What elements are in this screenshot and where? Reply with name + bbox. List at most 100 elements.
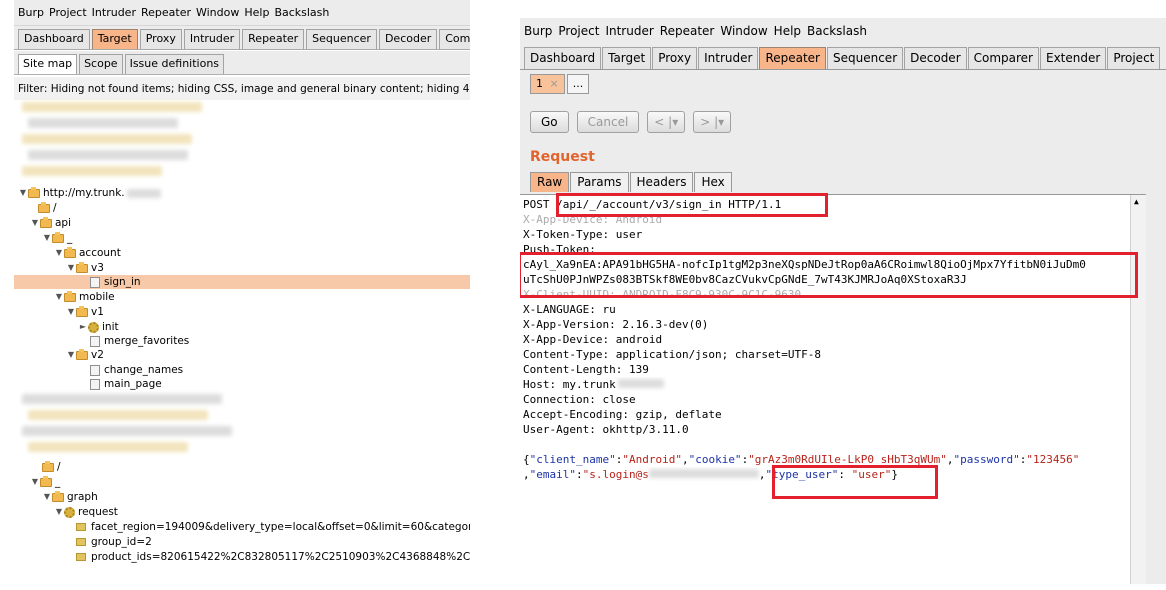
- tree-node-host[interactable]: ▼ http://my.trunk.: [18, 186, 161, 200]
- tab-decoder[interactable]: Decoder: [378, 29, 438, 49]
- menu-repeater[interactable]: Repeater: [141, 6, 191, 19]
- collapse-arrow-icon[interactable]: ►: [78, 320, 88, 334]
- tree-node-v1[interactable]: ▼ v1: [66, 305, 104, 319]
- redacted-entry: [22, 394, 222, 404]
- tree-node-v2[interactable]: ▼ v2: [66, 348, 104, 362]
- tab-target[interactable]: Target: [602, 47, 652, 69]
- tree-label: /: [57, 461, 61, 473]
- tree-node-mobile[interactable]: ▼ mobile: [54, 290, 115, 304]
- subtab-scope[interactable]: Scope: [79, 54, 123, 74]
- expand-arrow-icon[interactable]: ▼: [66, 261, 76, 275]
- menu-window[interactable]: Window: [720, 24, 767, 38]
- json-value: "Android": [622, 453, 682, 466]
- expand-arrow-icon[interactable]: ▼: [30, 216, 40, 230]
- tab-project[interactable]: Project: [1107, 47, 1161, 69]
- tree-node-request[interactable]: ▼ request: [54, 505, 118, 519]
- file-icon: [90, 378, 100, 390]
- menu-repeater[interactable]: Repeater: [660, 24, 715, 38]
- tab-repeater[interactable]: Repeater: [242, 29, 305, 49]
- view-tab-params[interactable]: Params: [570, 172, 629, 192]
- highlight-box-push-token: [520, 252, 1138, 298]
- tree-node-underscore-2[interactable]: ▼ _: [30, 475, 60, 489]
- tree-node-root[interactable]: /: [38, 201, 57, 215]
- tree-node-v3[interactable]: ▼ v3: [66, 261, 104, 275]
- menu-intruder[interactable]: Intruder: [605, 24, 653, 38]
- tree-node-merge-favorites[interactable]: merge_favorites: [90, 334, 189, 348]
- tab-sequencer[interactable]: Sequencer: [827, 47, 904, 69]
- menu-backslash[interactable]: Backslash: [274, 6, 329, 19]
- back-button[interactable]: < |▾: [647, 111, 686, 133]
- tab-proxy[interactable]: Proxy: [139, 29, 182, 49]
- tree-node-param[interactable]: group_id=2: [76, 535, 152, 549]
- menu-help[interactable]: Help: [774, 24, 801, 38]
- expand-arrow-icon[interactable]: ▼: [54, 290, 64, 304]
- tree-label: init: [102, 321, 119, 333]
- tree-node-api[interactable]: ▼ api: [30, 216, 71, 230]
- close-icon[interactable]: ×: [550, 77, 559, 90]
- expand-arrow-icon[interactable]: ▼: [66, 348, 76, 362]
- tree-node-sign-in[interactable]: sign_in: [14, 275, 470, 289]
- left-main-tabs: Dashboard Target Proxy Intruder Repeater…: [14, 26, 470, 50]
- redacted-entry: [22, 426, 232, 436]
- tree-node-underscore[interactable]: ▼ _: [42, 231, 72, 245]
- file-icon: [90, 335, 100, 347]
- tab-sequencer[interactable]: Sequencer: [306, 29, 377, 49]
- tab-target[interactable]: Target: [91, 29, 138, 49]
- tab-intruder[interactable]: Intruder: [698, 47, 759, 69]
- folder-icon: [64, 246, 76, 258]
- tab-extender[interactable]: Extender: [1040, 47, 1107, 69]
- expand-arrow-icon[interactable]: ▼: [54, 246, 64, 260]
- view-tab-raw[interactable]: Raw: [530, 172, 570, 192]
- tab-proxy[interactable]: Proxy: [652, 47, 698, 69]
- tree-node-param[interactable]: facet_region=194009&delivery_type=local&…: [76, 520, 470, 534]
- tree-label: mobile: [79, 291, 115, 303]
- view-tab-hex[interactable]: Hex: [694, 172, 732, 192]
- menu-help[interactable]: Help: [244, 6, 269, 19]
- go-button[interactable]: Go: [530, 111, 569, 133]
- tree-node-init[interactable]: ► init: [78, 320, 119, 334]
- site-map-tree: ▼ http://my.trunk. / ▼ api ▼ _ ▼ account…: [14, 100, 470, 572]
- cancel-button[interactable]: Cancel: [576, 111, 640, 133]
- subtab-issue-definitions[interactable]: Issue definitions: [124, 54, 225, 74]
- expand-arrow-icon[interactable]: ▼: [66, 305, 76, 319]
- expand-arrow-icon[interactable]: ▼: [54, 505, 64, 519]
- tree-node-account[interactable]: ▼ account: [54, 246, 121, 260]
- menu-burp[interactable]: Burp: [524, 24, 552, 38]
- tab-dashboard[interactable]: Dashboard: [18, 29, 90, 49]
- new-repeater-tab-button[interactable]: ...: [566, 74, 590, 94]
- tree-node-change-names[interactable]: change_names: [90, 363, 183, 377]
- subtab-site-map[interactable]: Site map: [18, 54, 78, 74]
- tree-node-graph[interactable]: ▼ graph: [42, 490, 98, 504]
- menu-project[interactable]: Project: [558, 24, 599, 38]
- expand-arrow-icon[interactable]: ▼: [42, 231, 52, 245]
- header-line: Accept-Encoding: gzip, deflate: [523, 408, 722, 421]
- tree-node-main-page[interactable]: main_page: [90, 377, 162, 391]
- menu-intruder[interactable]: Intruder: [92, 6, 136, 19]
- folder-icon: [76, 261, 88, 273]
- tab-comparer[interactable]: Comparer: [967, 47, 1039, 69]
- menu-project[interactable]: Project: [49, 6, 87, 19]
- tab-dashboard[interactable]: Dashboard: [524, 47, 602, 69]
- tree-node-param[interactable]: product_ids=820615422%2C832805117%2C2510…: [76, 550, 470, 564]
- expand-arrow-icon[interactable]: ▼: [18, 186, 28, 200]
- tab-repeater[interactable]: Repeater: [759, 47, 826, 69]
- file-icon: [90, 276, 100, 288]
- menu-backslash[interactable]: Backslash: [807, 24, 867, 38]
- menu-burp[interactable]: Burp: [18, 6, 44, 19]
- tab-comparer[interactable]: Comparer: [439, 29, 470, 49]
- tree-label: api: [55, 217, 72, 229]
- expand-arrow-icon[interactable]: ▼: [42, 490, 52, 504]
- menu-window[interactable]: Window: [196, 6, 239, 19]
- json-key: "email": [529, 468, 576, 481]
- redacted-entry: [22, 134, 192, 144]
- tab-intruder[interactable]: Intruder: [183, 29, 241, 49]
- view-tab-headers[interactable]: Headers: [629, 172, 694, 192]
- scroll-up-arrow-icon[interactable]: ▲: [1134, 197, 1139, 206]
- repeater-tab-1[interactable]: 1 ×: [530, 74, 565, 94]
- tab-decoder[interactable]: Decoder: [904, 47, 967, 69]
- forward-button[interactable]: > |▾: [693, 111, 732, 133]
- site-map-filter-bar[interactable]: Filter: Hiding not found items; hiding C…: [14, 77, 470, 101]
- tree-label: sign_in: [104, 276, 141, 288]
- expand-arrow-icon[interactable]: ▼: [30, 475, 40, 489]
- tree-node-slash[interactable]: /: [42, 460, 61, 474]
